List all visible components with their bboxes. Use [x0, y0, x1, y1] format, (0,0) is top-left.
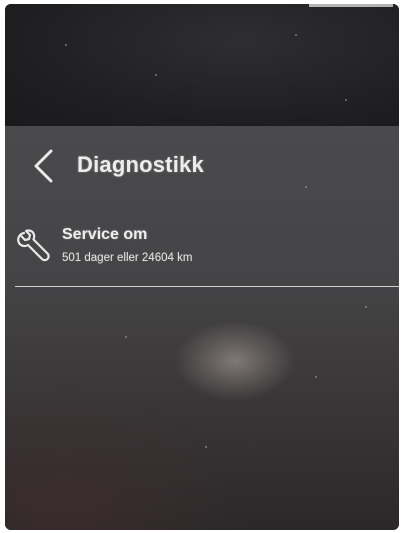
back-button[interactable] [27, 148, 61, 184]
service-list-item[interactable]: Service om 501 dager eller 24604 km [5, 222, 399, 288]
page-title: Diagnostikk [77, 152, 204, 177]
dust-speck [85, 156, 87, 158]
list-divider [15, 286, 399, 287]
dust-speck [365, 306, 367, 308]
dust-speck [305, 186, 307, 188]
header-bar: Diagnostikk [5, 126, 399, 206]
bezel-reflection [309, 4, 393, 7]
screen-bezel [5, 4, 399, 126]
diagnostics-screen: Diagnostikk Service om 501 dager eller 2… [5, 126, 399, 530]
dust-speck [345, 99, 347, 101]
service-title: Service om [62, 226, 148, 243]
dust-speck [125, 336, 127, 338]
dust-speck [65, 44, 67, 46]
dust-speck [315, 376, 317, 378]
wrench-icon [15, 228, 51, 264]
dust-speck [205, 446, 207, 448]
photo-frame: Diagnostikk Service om 501 dager eller 2… [5, 4, 399, 530]
service-subtitle: 501 dager eller 24604 km [62, 252, 193, 264]
dust-speck [295, 34, 297, 36]
chevron-left-icon [34, 149, 53, 183]
dust-speck [155, 74, 157, 76]
